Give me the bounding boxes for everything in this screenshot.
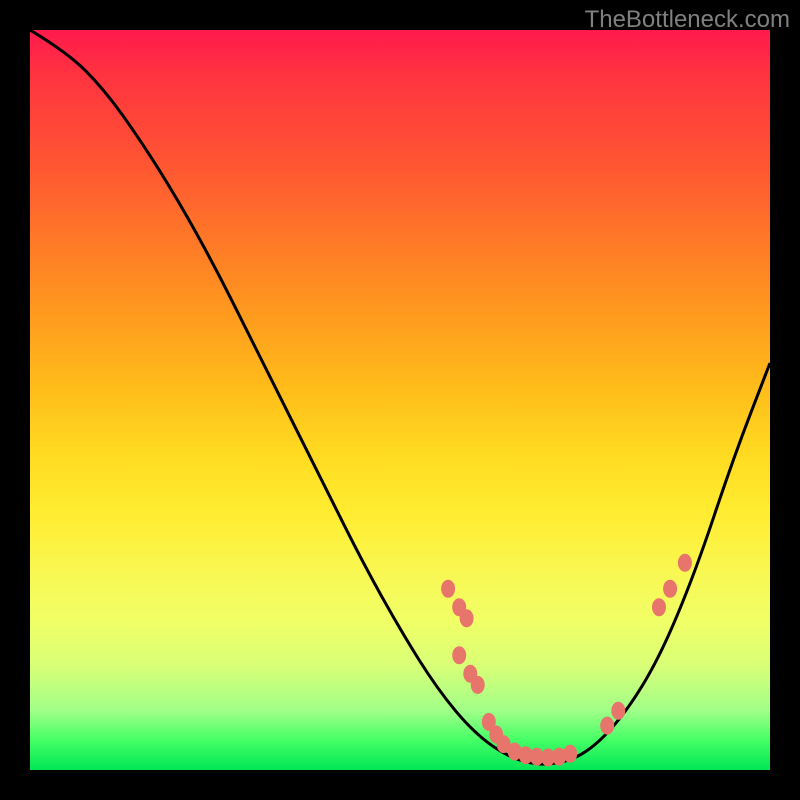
data-marker <box>600 717 614 735</box>
chart-plot-area <box>30 30 770 770</box>
curve-svg <box>30 30 770 770</box>
watermark: TheBottleneck.com <box>585 6 790 34</box>
data-marker <box>452 646 466 664</box>
data-marker <box>441 580 455 598</box>
data-marker <box>652 598 666 616</box>
data-marker <box>611 702 625 720</box>
data-marker <box>471 676 485 694</box>
data-marker <box>663 580 677 598</box>
data-marker <box>563 745 577 763</box>
data-marker <box>460 609 474 627</box>
bottleneck-curve <box>30 30 770 764</box>
data-marker <box>678 554 692 572</box>
